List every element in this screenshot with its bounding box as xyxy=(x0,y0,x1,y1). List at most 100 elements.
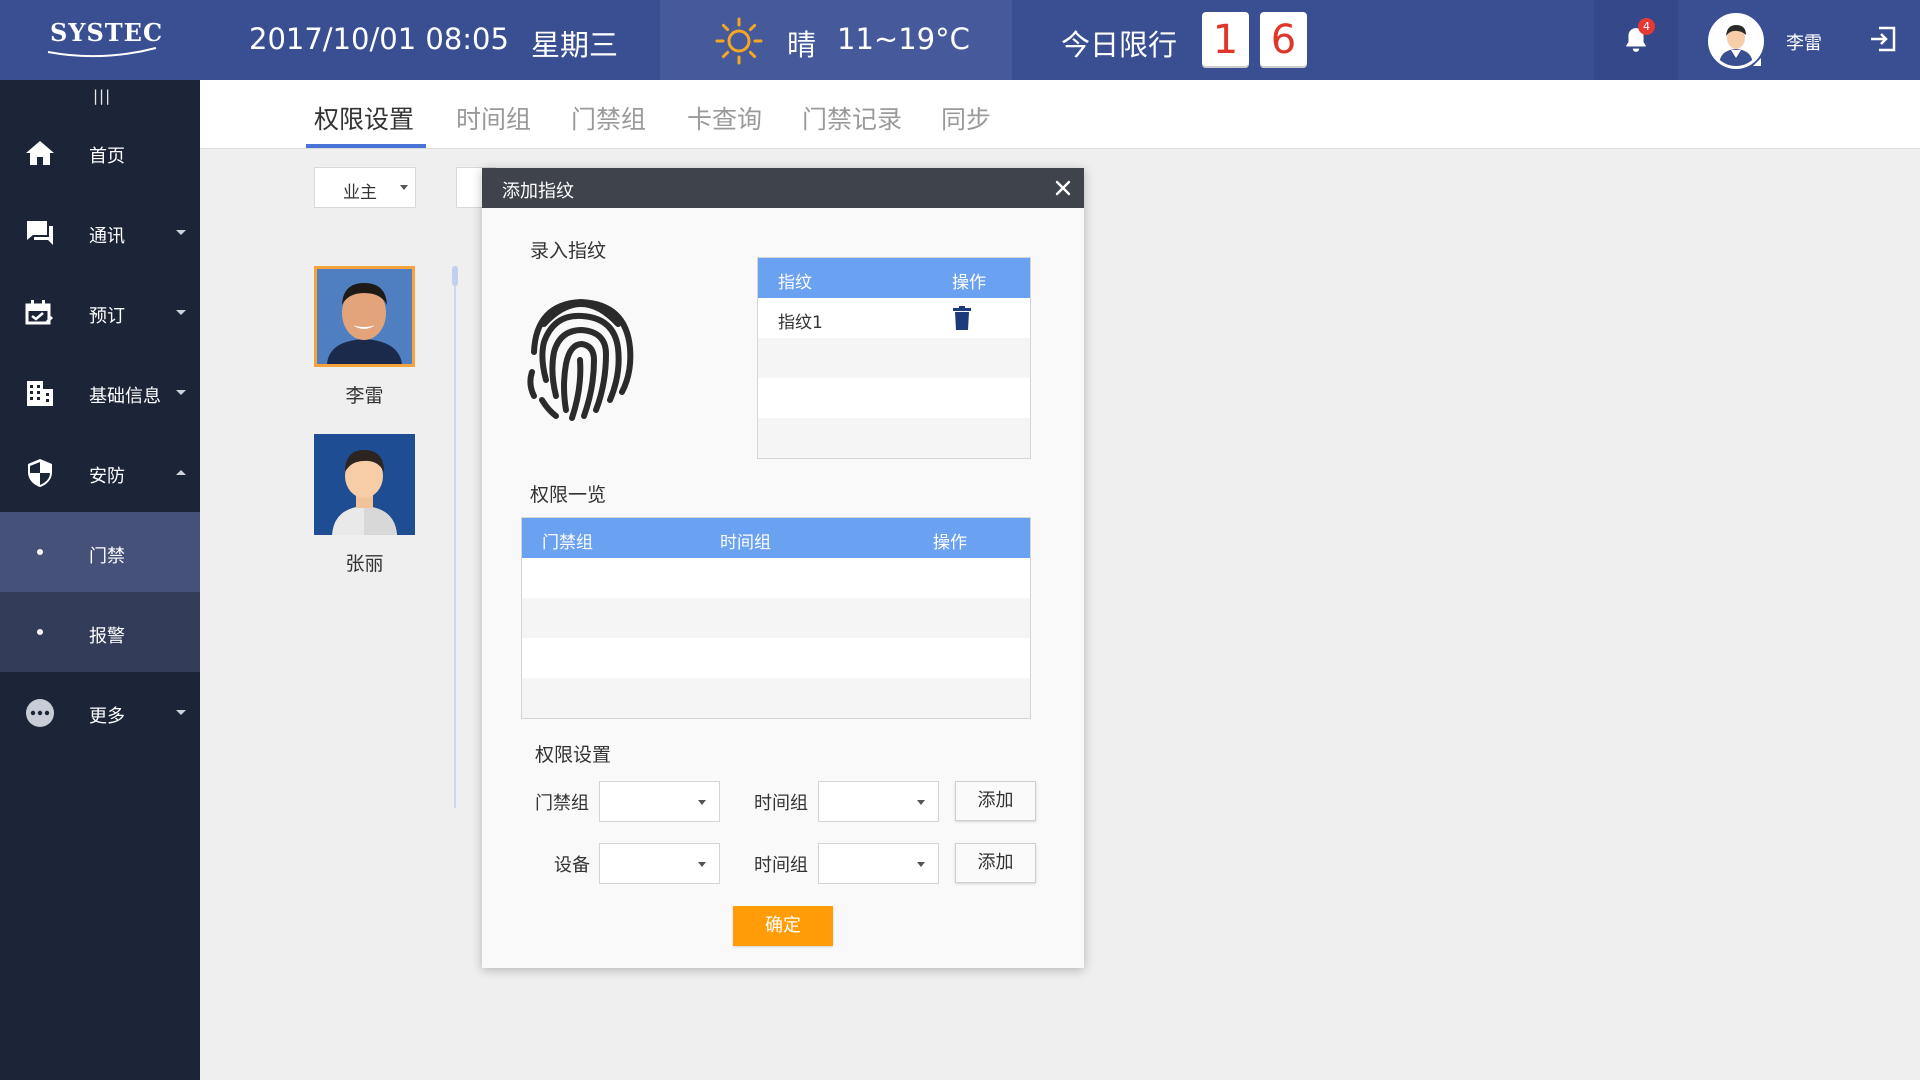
sidebar-item-label: 基础信息 xyxy=(89,386,161,407)
caret-down-icon xyxy=(400,185,408,190)
current-weekday: 星期三 xyxy=(531,28,619,62)
person-photo-icon xyxy=(317,269,412,364)
home-icon xyxy=(26,141,54,165)
dialog-title: 添加指纹 xyxy=(502,181,574,202)
column-header: 指纹 xyxy=(778,273,812,293)
more-icon xyxy=(26,699,54,727)
tab-card-query[interactable]: 卡查询 xyxy=(687,100,762,136)
person-avatar-icon xyxy=(314,434,415,535)
scroll-handle[interactable] xyxy=(452,266,458,286)
sidebar-item-label: 安防 xyxy=(89,466,125,487)
shield-icon xyxy=(28,459,52,487)
column-header: 操作 xyxy=(952,273,986,293)
logo-swoosh-icon xyxy=(47,47,157,58)
add-access-group-button[interactable]: 添加 xyxy=(955,781,1036,821)
sidebar-item-label: 首页 xyxy=(89,146,125,167)
chevron-down-icon xyxy=(176,310,186,315)
person-card[interactable]: 张丽 xyxy=(314,434,415,576)
device-time-group-select[interactable] xyxy=(818,843,939,884)
owner-type-value: 业主 xyxy=(343,183,377,203)
sidebar-item-basic-info[interactable]: 基础信息 xyxy=(0,352,200,432)
notification-count-badge: 4 xyxy=(1638,18,1655,35)
tab-bar: 权限设置 时间组 门禁组 卡查询 门禁记录 同步 xyxy=(200,80,1920,149)
sidebar-subitem-access-control[interactable]: 门禁 xyxy=(0,512,200,592)
tab-access-groups[interactable]: 门禁组 xyxy=(571,100,646,136)
avatar-dropdown-indicator xyxy=(1753,58,1761,66)
logout-icon[interactable] xyxy=(1868,24,1898,54)
device-select[interactable] xyxy=(599,843,720,884)
plate-limit-digit: 6 xyxy=(1260,12,1307,68)
caret-down-icon xyxy=(698,800,706,805)
table-row[interactable]: 指纹1 xyxy=(758,298,1030,338)
dialog-header: 添加指纹 xyxy=(482,168,1084,208)
column-header: 操作 xyxy=(933,533,967,553)
permission-table: 门禁组 时间组 操作 xyxy=(521,517,1031,719)
tab-time-groups[interactable]: 时间组 xyxy=(456,100,531,136)
weather-condition: 晴 xyxy=(787,28,817,62)
table-row xyxy=(522,598,1030,638)
current-datetime: 2017/10/01 08:05 xyxy=(249,22,509,56)
sidebar-item-home[interactable]: 首页 xyxy=(0,112,200,192)
trash-icon[interactable] xyxy=(952,306,972,330)
table-row xyxy=(522,638,1030,678)
building-icon xyxy=(27,381,53,406)
device-label: 设备 xyxy=(554,855,590,876)
timeline-track xyxy=(454,266,456,808)
chevron-down-icon xyxy=(176,390,186,395)
tab-access-records[interactable]: 门禁记录 xyxy=(802,100,902,136)
table-row xyxy=(522,678,1030,718)
owner-type-select[interactable]: 业主 xyxy=(314,167,416,208)
caret-down-icon xyxy=(917,862,925,867)
access-group-select[interactable] xyxy=(599,781,720,822)
sidebar-item-label: 预订 xyxy=(89,306,125,327)
tab-permission-settings[interactable]: 权限设置 xyxy=(314,100,414,136)
chat-icon xyxy=(27,221,53,245)
plate-limit-label: 今日限行 xyxy=(1061,28,1178,62)
sun-icon xyxy=(715,17,763,65)
access-group-label: 门禁组 xyxy=(535,793,589,814)
column-header: 时间组 xyxy=(720,533,771,553)
chevron-down-icon xyxy=(176,710,186,715)
chevron-down-icon xyxy=(176,230,186,235)
add-device-button[interactable]: 添加 xyxy=(955,843,1036,883)
time-group-select[interactable] xyxy=(818,781,939,822)
sidebar-item-label: 更多 xyxy=(89,706,125,727)
sidebar-subitem-label: 门禁 xyxy=(89,546,125,567)
weather-panel: 晴 11~19°C xyxy=(660,0,1012,80)
fingerprint-name: 指纹1 xyxy=(778,313,823,333)
caret-down-icon xyxy=(698,862,706,867)
fingerprint-table: 指纹 操作 指纹1 xyxy=(757,257,1031,459)
bullet-icon xyxy=(37,549,43,555)
confirm-button[interactable]: 确定 xyxy=(733,906,833,946)
fingerprint-table-header: 指纹 操作 xyxy=(758,258,1030,298)
tab-sync[interactable]: 同步 xyxy=(941,100,991,136)
active-tab-indicator xyxy=(306,144,426,148)
fingerprint-icon[interactable] xyxy=(526,288,636,423)
sidebar: ||| 首页 通讯 预订 基础信息 安防 门禁 报警 更多 xyxy=(0,80,200,1080)
sidebar-subitem-alarm[interactable]: 报警 xyxy=(0,592,200,672)
systec-logo: SYSTEC xyxy=(46,18,162,58)
sidebar-item-booking[interactable]: 预订 xyxy=(0,272,200,352)
permission-settings-label: 权限设置 xyxy=(535,744,612,766)
chevron-up-icon xyxy=(176,470,186,475)
table-row xyxy=(758,378,1030,418)
person-name: 李雷 xyxy=(345,385,384,407)
permission-table-header: 门禁组 时间组 操作 xyxy=(522,518,1030,558)
sidebar-item-communication[interactable]: 通讯 xyxy=(0,192,200,272)
person-photo xyxy=(314,266,415,367)
sidebar-subitem-label: 报警 xyxy=(89,626,125,647)
person-card[interactable]: 李雷 xyxy=(314,266,415,408)
menu-toggle-icon[interactable]: ||| xyxy=(93,87,111,105)
sidebar-item-security[interactable]: 安防 xyxy=(0,432,200,512)
column-header: 门禁组 xyxy=(542,533,593,553)
time-group-label: 时间组 xyxy=(754,793,808,814)
notifications-button[interactable]: 4 xyxy=(1594,0,1678,80)
sidebar-item-label: 通讯 xyxy=(89,226,125,247)
person-photo xyxy=(314,434,415,535)
weather-temperature: 11~19°C xyxy=(837,22,970,56)
close-icon[interactable] xyxy=(1052,177,1074,199)
caret-down-icon xyxy=(917,800,925,805)
user-name[interactable]: 李雷 xyxy=(1786,29,1822,55)
time-group-label: 时间组 xyxy=(754,855,808,876)
sidebar-item-more[interactable]: 更多 xyxy=(0,672,200,752)
